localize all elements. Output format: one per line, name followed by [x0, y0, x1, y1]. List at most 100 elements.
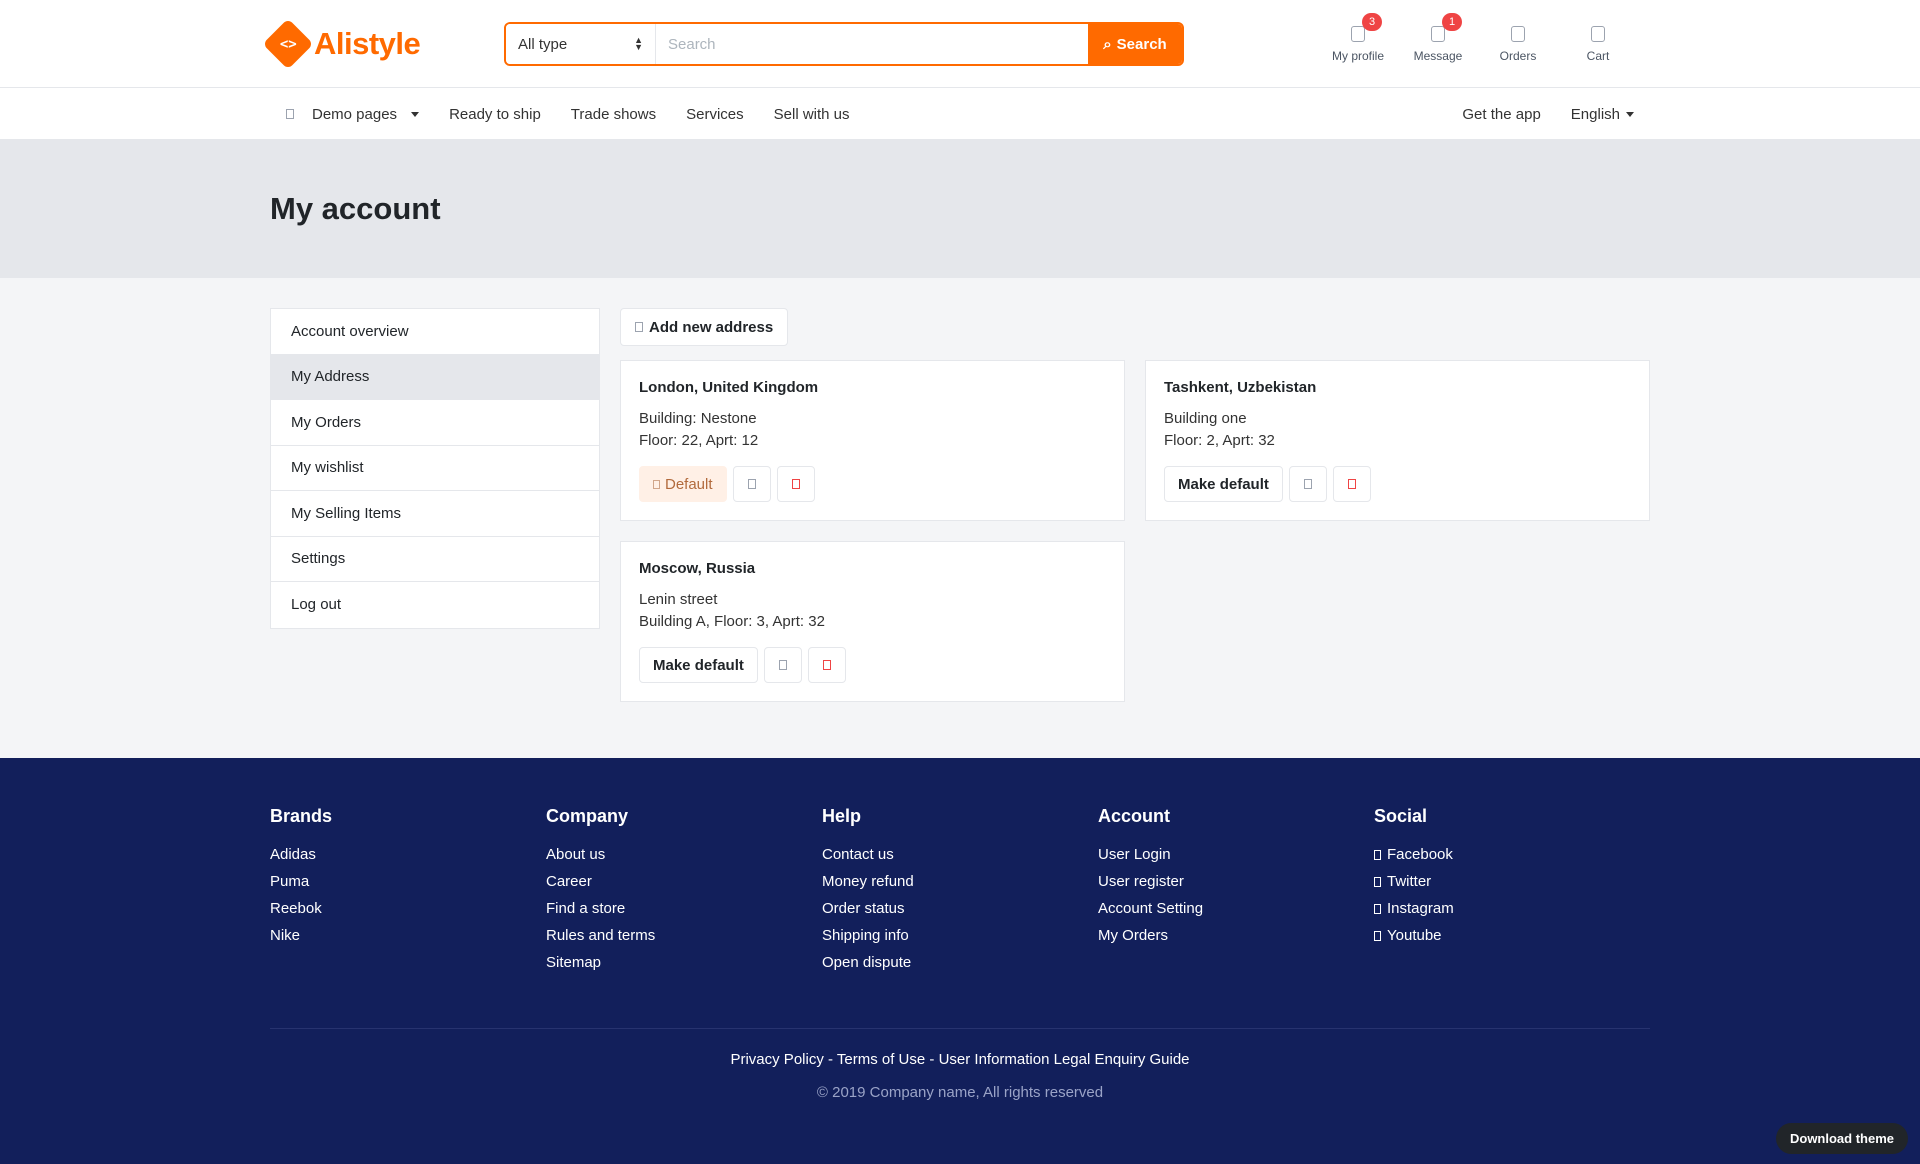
address-line: Floor: 2, Aprt: 32 — [1164, 432, 1275, 449]
make-default-button[interactable]: Make default — [1164, 466, 1283, 502]
nav-trade-shows[interactable]: Trade shows — [571, 106, 656, 123]
heart-icon — [1511, 25, 1525, 42]
sidebar-item-my-selling-items[interactable]: My Selling Items — [271, 491, 599, 537]
sidebar-item-log-out[interactable]: Log out — [271, 582, 599, 628]
pen-icon — [1303, 479, 1312, 489]
nav-ready-to-ship[interactable]: Ready to ship — [449, 106, 541, 123]
footer-link[interactable]: Reebok — [270, 895, 546, 922]
footer-link[interactable]: Shipping info — [822, 922, 1098, 949]
user-icon — [1351, 25, 1365, 42]
footer-link[interactable]: Order status — [822, 895, 1098, 922]
sidebar-item-my-address[interactable]: My Address — [271, 354, 599, 400]
footer-link[interactable]: Contact us — [822, 841, 1098, 868]
sidebar-item-settings[interactable]: Settings — [271, 537, 599, 582]
footer-social-youtube[interactable]: Youtube — [1374, 922, 1650, 949]
footer-col-title: Brands — [270, 806, 333, 826]
select-arrows-icon: ▲ ▼ — [634, 35, 643, 52]
footer-link[interactable]: Find a store — [546, 895, 822, 922]
footer-col-social: Social Facebook Twitter Instagram Youtub… — [1374, 806, 1650, 976]
bars-icon — [286, 109, 294, 119]
address-title: London, United Kingdom — [639, 379, 819, 396]
comment-icon — [1431, 25, 1445, 42]
footer-link[interactable]: Sitemap — [546, 949, 822, 976]
footer-link[interactable]: Career — [546, 868, 822, 895]
header-orders[interactable]: Orders — [1478, 25, 1558, 63]
edit-address-button[interactable] — [1288, 466, 1327, 502]
search-type-select[interactable]: All type ▲ ▼ — [506, 24, 656, 64]
search-input[interactable]: Search — [656, 24, 1088, 64]
footer-col-title: Social — [1374, 806, 1428, 826]
sidebar-item-account-overview[interactable]: Account overview — [271, 309, 599, 355]
download-theme-button[interactable]: Download theme — [1775, 1123, 1908, 1154]
header-orders-label: Orders — [1499, 48, 1537, 63]
footer-link[interactable]: My Orders — [1098, 922, 1374, 949]
footer-link[interactable]: Nike — [270, 922, 546, 949]
language-dropdown[interactable]: English — [1571, 106, 1634, 123]
footer-link[interactable]: Puma — [270, 868, 546, 895]
logo-mark-icon: <> — [262, 18, 314, 70]
search-button[interactable]: ⌕ Search — [1088, 24, 1182, 64]
sidebar-item-my-wishlist[interactable]: My wishlist — [271, 446, 599, 491]
brand-name: Alistyle — [314, 26, 421, 61]
address-card: Moscow, Russia Lenin street Building A, … — [620, 541, 1125, 702]
delete-address-button[interactable] — [807, 647, 846, 683]
header-actions: 3 My profile 1 Message Orders Cart — [1318, 12, 1638, 63]
sidebar-item-my-orders[interactable]: My Orders — [271, 400, 599, 446]
add-new-address-label: Add new address — [649, 318, 774, 336]
footer-link[interactable]: User Login — [1098, 841, 1374, 868]
footer-social-label: Facebook — [1387, 846, 1453, 863]
address-line: Building: Nestone — [639, 410, 757, 427]
main-content: Account overview My Address My Orders My… — [0, 278, 1920, 758]
footer-col-title: Company — [546, 806, 629, 826]
footer-col-title: Help — [822, 806, 862, 826]
footer-link[interactable]: User register — [1098, 868, 1374, 895]
footer-link[interactable]: Account Setting — [1098, 895, 1374, 922]
nav-sell-with-us[interactable]: Sell with us — [774, 106, 850, 123]
footer-link[interactable]: About us — [546, 841, 822, 868]
header-cart[interactable]: Cart — [1558, 25, 1638, 63]
youtube-icon — [1374, 930, 1381, 941]
header-my-profile[interactable]: 3 My profile — [1318, 12, 1398, 63]
header-cart-label: Cart — [1586, 48, 1610, 63]
caret-down-icon — [411, 111, 420, 117]
footer-link[interactable]: Rules and terms — [546, 922, 822, 949]
nav-get-the-app[interactable]: Get the app — [1462, 106, 1540, 123]
footer-social-label: Youtube — [1387, 927, 1442, 944]
plus-icon — [635, 322, 643, 332]
address-line: Lenin street — [639, 591, 718, 608]
header-my-profile-label: My profile — [1331, 48, 1384, 63]
header-message[interactable]: 1 Message — [1398, 12, 1478, 63]
site-footer: Brands Adidas Puma Reebok Nike Company A… — [0, 758, 1920, 1164]
make-default-button[interactable]: Make default — [639, 647, 758, 683]
footer-social-twitter[interactable]: Twitter — [1374, 868, 1650, 895]
footer-link[interactable]: Money refund — [822, 868, 1098, 895]
footer-legal-links[interactable]: Privacy Policy - Terms of Use - User Inf… — [270, 1051, 1650, 1068]
trash-icon — [1347, 479, 1356, 489]
footer-divider — [270, 1028, 1650, 1029]
header-message-label: Message — [1413, 48, 1463, 63]
brand-logo[interactable]: <> Alistyle — [262, 18, 504, 70]
delete-address-button[interactable] — [776, 466, 815, 502]
footer-col-title: Account — [1098, 806, 1170, 826]
delete-address-button[interactable] — [1332, 466, 1371, 502]
check-icon — [653, 479, 660, 489]
edit-address-button[interactable] — [732, 466, 771, 502]
nav-demo-pages[interactable]: Demo pages — [286, 106, 420, 123]
footer-link[interactable]: Adidas — [270, 841, 546, 868]
default-button[interactable]: Default — [639, 466, 727, 502]
address-title: Tashkent, Uzbekistan — [1164, 379, 1317, 396]
footer-social-instagram[interactable]: Instagram — [1374, 895, 1650, 922]
message-badge: 1 — [1442, 12, 1462, 31]
nav-services[interactable]: Services — [686, 106, 744, 123]
footer-social-facebook[interactable]: Facebook — [1374, 841, 1650, 868]
edit-address-button[interactable] — [763, 647, 802, 683]
search-icon: ⌕ — [1103, 35, 1112, 53]
instagram-icon — [1374, 903, 1381, 914]
search-type-value: All type — [518, 35, 568, 53]
footer-col-company: Company About us Career Find a store Rul… — [546, 806, 822, 976]
address-content: Add new address London, United Kingdom B… — [620, 308, 1650, 702]
address-grid: London, United Kingdom Building: Nestone… — [620, 360, 1650, 702]
add-new-address-button[interactable]: Add new address — [620, 308, 789, 346]
footer-col-brands: Brands Adidas Puma Reebok Nike — [270, 806, 546, 976]
footer-link[interactable]: Open dispute — [822, 949, 1098, 976]
